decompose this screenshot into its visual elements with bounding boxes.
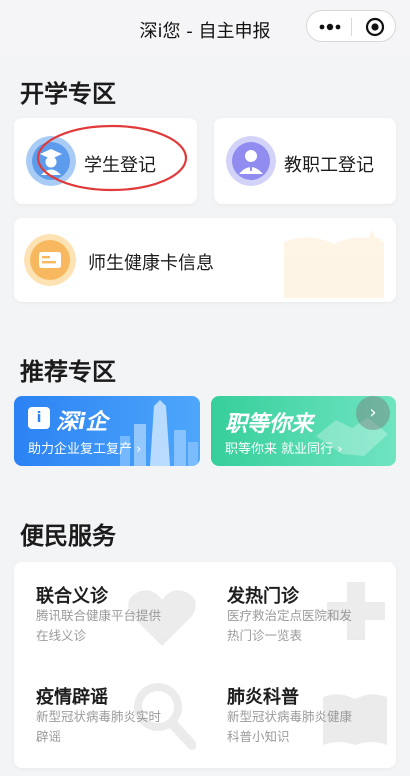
staff-registration-label: 教职工登记 bbox=[284, 155, 374, 176]
service-title: 联合义诊 bbox=[36, 586, 108, 607]
service-title: 肺炎科普 bbox=[227, 687, 299, 708]
shen-i-enterprise-title: 深i企 bbox=[56, 410, 108, 435]
job-banner[interactable]: 职等你来 职等你来 就业同行 › › bbox=[211, 396, 396, 466]
school-section-title: 开学专区 bbox=[20, 80, 116, 108]
highlight-ellipse bbox=[36, 124, 188, 192]
service-title: 发热门诊 bbox=[227, 586, 299, 607]
id-card-icon bbox=[24, 234, 76, 286]
target-icon[interactable] bbox=[365, 17, 385, 37]
recommend-section-title: 推荐专区 bbox=[20, 358, 116, 386]
shen-i-enterprise-subtitle: 助力企业复工复产 › bbox=[28, 442, 142, 457]
shen-i-logo-icon: i bbox=[28, 407, 50, 429]
service-desc: 腾讯联合健康平台提供在线义诊 bbox=[36, 608, 162, 643]
services-panel: 联合义诊 腾讯联合健康平台提供在线义诊 发热门诊 医疗救治定点医院和发热门诊一览… bbox=[14, 562, 396, 768]
capsule-divider bbox=[351, 18, 352, 36]
service-item-pneumonia-science[interactable]: 肺炎科普 新型冠状病毒肺炎健康科普小知识 bbox=[205, 665, 396, 768]
shen-i-enterprise-banner[interactable]: i 深i企 助力企业复工复产 › bbox=[14, 396, 200, 466]
service-item-free-clinic[interactable]: 联合义诊 腾讯联合健康平台提供在线义诊 bbox=[14, 562, 205, 665]
service-item-rumor-debunk[interactable]: 疫情辟谣 新型冠状病毒肺炎实时辟谣 bbox=[14, 665, 205, 768]
health-card-info-label: 师生健康卡信息 bbox=[88, 253, 214, 274]
teacher-avatar-icon bbox=[226, 136, 276, 186]
open-book-decoration-icon bbox=[284, 230, 384, 298]
job-banner-title: 职等你来 bbox=[225, 412, 314, 437]
student-registration-card[interactable]: 学生登记 bbox=[14, 118, 197, 204]
service-desc: 新型冠状病毒肺炎健康科普小知识 bbox=[227, 709, 353, 744]
health-card-info-card[interactable]: 师生健康卡信息 bbox=[14, 218, 396, 302]
service-desc: 医疗救治定点医院和发热门诊一览表 bbox=[227, 608, 353, 643]
next-arrow-button[interactable]: › bbox=[356, 396, 390, 430]
staff-registration-card[interactable]: 教职工登记 bbox=[214, 118, 396, 204]
service-item-fever-clinic[interactable]: 发热门诊 医疗救治定点医院和发热门诊一览表 bbox=[205, 562, 396, 665]
services-section-title: 便民服务 bbox=[20, 522, 116, 550]
navigation-bar: 深i您 - 自主申报 bbox=[0, 0, 410, 58]
service-title: 疫情辟谣 bbox=[36, 687, 108, 708]
more-dots-icon[interactable] bbox=[317, 19, 343, 35]
service-desc: 新型冠状病毒肺炎实时辟谣 bbox=[36, 709, 162, 744]
job-banner-subtitle: 职等你来 就业同行 › bbox=[225, 442, 343, 457]
miniprogram-capsule bbox=[306, 10, 396, 42]
